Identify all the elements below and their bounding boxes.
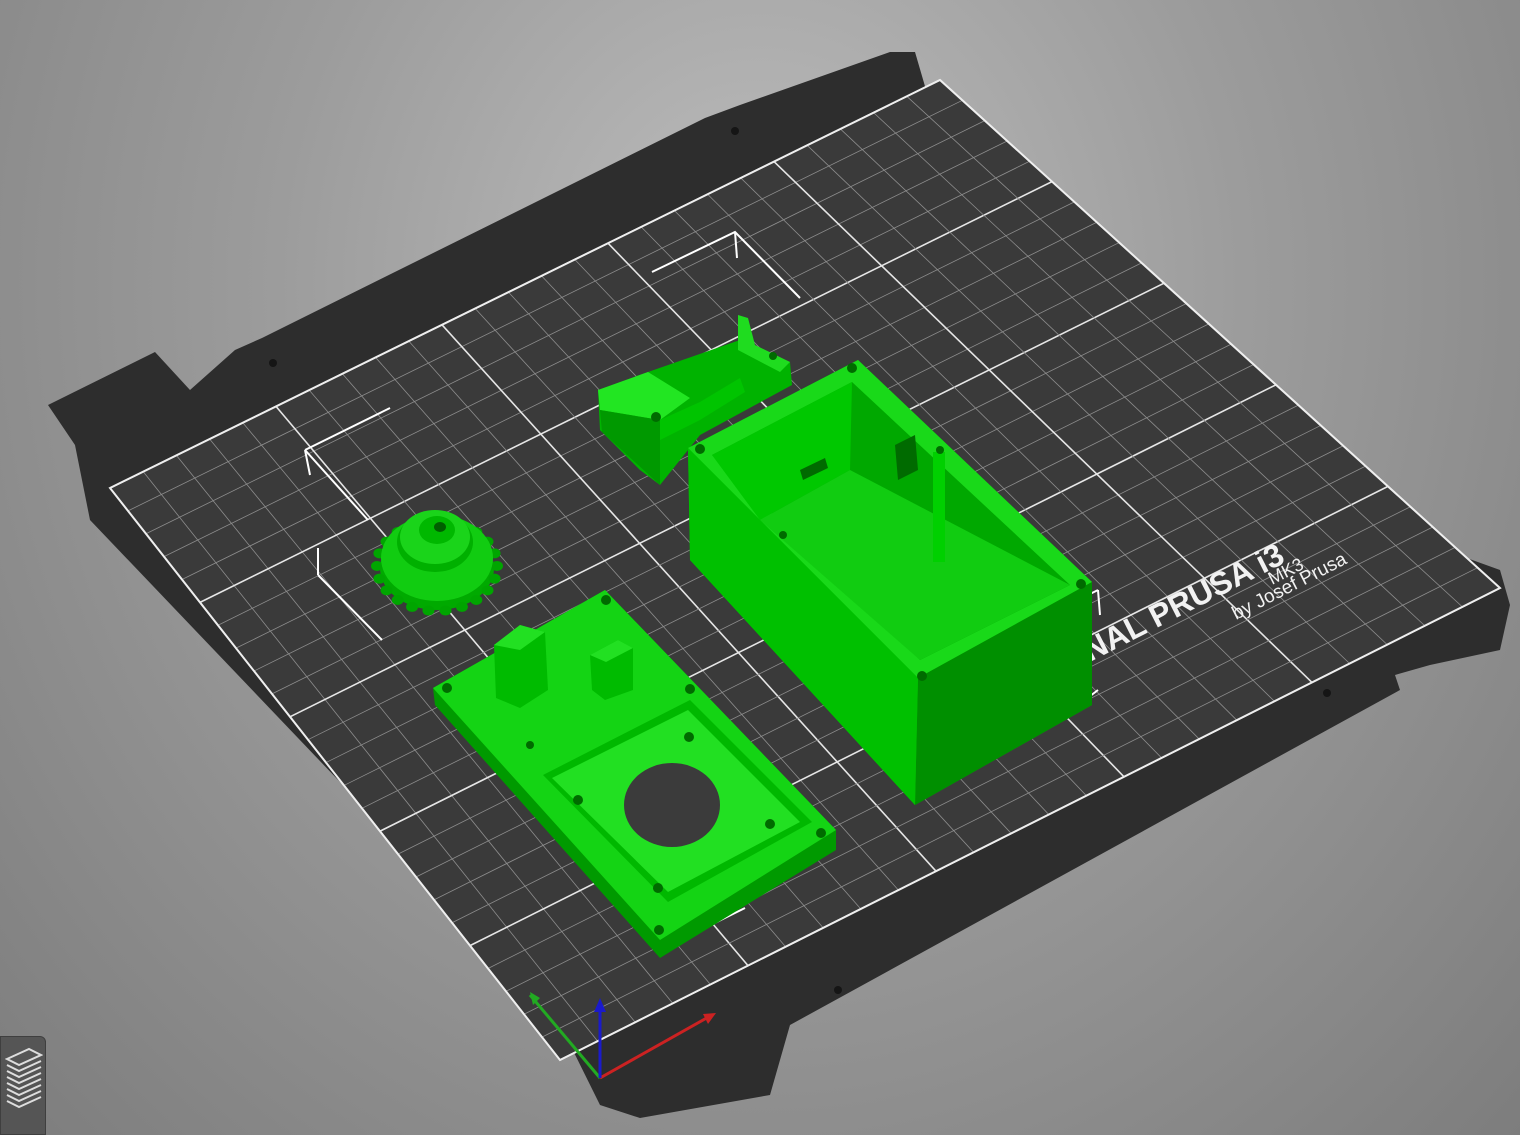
- gear-tooth: [371, 561, 383, 571]
- gear-tooth: [455, 601, 468, 612]
- gear-tooth: [439, 605, 452, 616]
- gear-tooth: [406, 601, 419, 612]
- 3d-viewport[interactable]: NAL PRUSA i3 MK3 by Josef Prusa: [0, 0, 1520, 1135]
- build-plate-scene[interactable]: NAL PRUSA i3 MK3 by Josef Prusa: [0, 0, 1520, 1135]
- gear-tooth: [373, 573, 386, 584]
- gear-tooth: [391, 595, 404, 606]
- gear-tooth: [481, 585, 494, 596]
- gear-tooth: [488, 573, 501, 584]
- gear-tooth: [422, 605, 435, 616]
- layers-icon: [5, 1047, 43, 1109]
- gear-tooth: [380, 585, 393, 596]
- layers-view-button[interactable]: [0, 1036, 46, 1135]
- gear-tooth: [470, 595, 483, 606]
- gear-tooth: [491, 561, 503, 571]
